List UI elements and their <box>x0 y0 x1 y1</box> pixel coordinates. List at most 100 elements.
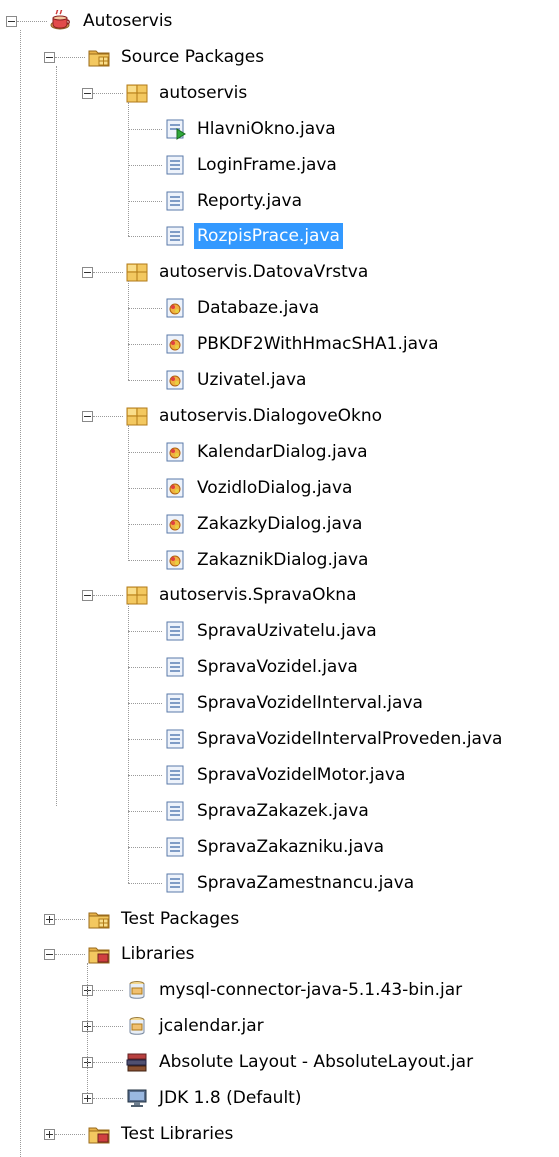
libraries-node[interactable]: Libraries <box>88 939 197 969</box>
file-node[interactable]: PBKDF2WithHmacSHA1.java <box>164 329 442 359</box>
tree-connector-line <box>128 424 129 560</box>
library-node[interactable]: JDK 1.8 (Default) <box>126 1083 304 1113</box>
tree-item-label: SpravaVozidelInterval.java <box>197 693 423 714</box>
tree-connector-line <box>93 595 123 597</box>
java-form-icon <box>164 225 186 247</box>
tree-connector-line <box>128 559 162 561</box>
tree-connector-line <box>128 308 162 310</box>
tree-item-label: SpravaVozidel.java <box>197 657 358 678</box>
coffee-cup-project-icon <box>50 10 72 32</box>
file-node[interactable]: SpravaZakazniku.java <box>164 832 387 862</box>
library-node[interactable]: Absolute Layout - AbsoluteLayout.jar <box>126 1047 476 1077</box>
tree-connector-line <box>128 236 162 238</box>
file-node[interactable]: VozidloDialog.java <box>164 473 355 503</box>
java-class-icon <box>164 477 186 499</box>
java-form-icon <box>164 656 186 678</box>
tree-connector-line <box>128 281 129 380</box>
tree-connector-line <box>93 415 123 417</box>
tree-connector-line <box>56 65 57 806</box>
java-form-icon <box>164 154 186 176</box>
expand-toggle-icon[interactable] <box>82 1093 93 1104</box>
tree-connector-line <box>93 1098 123 1099</box>
java-form-icon <box>164 872 186 894</box>
tree-item-label: SpravaUzivatelu.java <box>197 621 377 642</box>
file-node[interactable]: Databaze.java <box>164 293 322 323</box>
test-packages-folder-icon <box>88 908 110 930</box>
collapse-toggle-icon[interactable] <box>6 16 17 27</box>
file-node[interactable]: SpravaVozidelIntervalProveden.java <box>164 724 505 754</box>
test-packages-node[interactable]: Test Packages <box>88 904 242 934</box>
main-class-icon <box>164 118 186 140</box>
file-node[interactable]: SpravaVozidelInterval.java <box>164 688 426 718</box>
tree-connector-line <box>128 667 162 669</box>
tree-connector-line <box>128 739 162 740</box>
package-node[interactable]: autoservis.DatovaVrstva <box>126 257 371 287</box>
collapse-toggle-icon[interactable] <box>82 410 93 422</box>
package-node[interactable]: autoservis.SpravaOkna <box>126 580 360 610</box>
package-node[interactable]: autoservis <box>126 78 250 108</box>
tree-connector-line <box>128 101 129 237</box>
file-node[interactable]: Uzivatel.java <box>164 365 309 395</box>
tree-item-label: Reporty.java <box>197 190 303 211</box>
java-form-icon <box>164 728 186 750</box>
tree-connector-line <box>55 954 85 956</box>
file-node[interactable]: ZakazkyDialog.java <box>164 509 365 539</box>
file-node[interactable]: KalendarDialog.java <box>164 437 371 467</box>
tree-connector-line <box>55 1133 85 1135</box>
tree-item-label: Autoservis <box>83 11 173 31</box>
file-node[interactable]: Reporty.java <box>164 186 305 216</box>
package-icon <box>126 261 148 283</box>
tree-connector-line <box>55 56 85 58</box>
java-class-icon <box>164 369 186 391</box>
source-packages-node[interactable]: Source Packages <box>88 42 267 72</box>
file-node[interactable]: HlavniOkno.java <box>164 114 339 144</box>
expand-toggle-icon[interactable] <box>44 913 55 925</box>
project-node[interactable]: Autoservis <box>50 6 175 36</box>
file-node[interactable]: SpravaUzivatelu.java <box>164 616 380 646</box>
tree-connector-line <box>128 631 162 633</box>
file-node[interactable]: SpravaZakazek.java <box>164 796 372 826</box>
java-form-icon <box>164 764 186 786</box>
tree-item-label: ZakazkyDialog.java <box>197 513 363 534</box>
tree-item-label: LoginFrame.java <box>197 154 337 175</box>
test-libraries-node[interactable]: Test Libraries <box>88 1119 236 1149</box>
file-node[interactable]: SpravaZamestnancu.java <box>164 868 417 898</box>
tree-connector-line <box>128 380 162 381</box>
tree-connector-line <box>128 200 162 202</box>
test-libraries-folder-icon <box>88 1123 110 1145</box>
library-node[interactable]: jcalendar.jar <box>126 1011 267 1041</box>
tree-connector-line <box>128 128 162 130</box>
file-node[interactable]: ZakaznikDialog.java <box>164 545 371 575</box>
jar-icon <box>126 1015 148 1037</box>
java-class-icon <box>164 333 186 355</box>
java-form-icon <box>164 836 186 858</box>
package-icon <box>126 584 148 606</box>
package-node[interactable]: autoservis.DialogoveOkno <box>126 401 385 431</box>
file-node[interactable]: LoginFrame.java <box>164 150 340 180</box>
tree-connector-line <box>128 774 162 776</box>
tree-item-label: SpravaZakazniku.java <box>197 836 385 857</box>
library-node[interactable]: mysql-connector-java-5.1.43-bin.jar <box>126 975 465 1005</box>
collapse-toggle-icon[interactable] <box>82 590 93 602</box>
tree-item-label: Absolute Layout - AbsoluteLayout.jar <box>159 1052 474 1073</box>
tree-item-label: RozpisPrace.java <box>194 223 343 250</box>
tree-connector-line <box>128 604 129 883</box>
tree-item-label: SpravaZakazek.java <box>197 800 369 821</box>
tree-connector-line <box>93 92 123 94</box>
java-form-icon <box>164 620 186 642</box>
tree-item-label: SpravaVozidelIntervalProveden.java <box>197 729 503 749</box>
collapse-toggle-icon[interactable] <box>44 949 55 961</box>
java-form-icon <box>164 190 186 212</box>
collapse-toggle-icon[interactable] <box>82 267 93 279</box>
expand-toggle-icon[interactable] <box>44 1128 55 1140</box>
file-node[interactable]: SpravaVozidel.java <box>164 652 361 682</box>
tree-item-label: HlavniOkno.java <box>197 118 336 139</box>
collapse-toggle-icon[interactable] <box>82 87 93 99</box>
tree-item-label: VozidloDialog.java <box>197 477 353 498</box>
file-node[interactable]: SpravaVozidelMotor.java <box>164 760 408 790</box>
collapse-toggle-icon[interactable] <box>44 51 55 63</box>
file-node[interactable]: RozpisPrace.java <box>164 221 343 251</box>
tree-connector-line <box>20 30 21 1157</box>
tree-item-label: ZakaznikDialog.java <box>197 549 369 570</box>
tree-connector-line <box>93 272 123 274</box>
